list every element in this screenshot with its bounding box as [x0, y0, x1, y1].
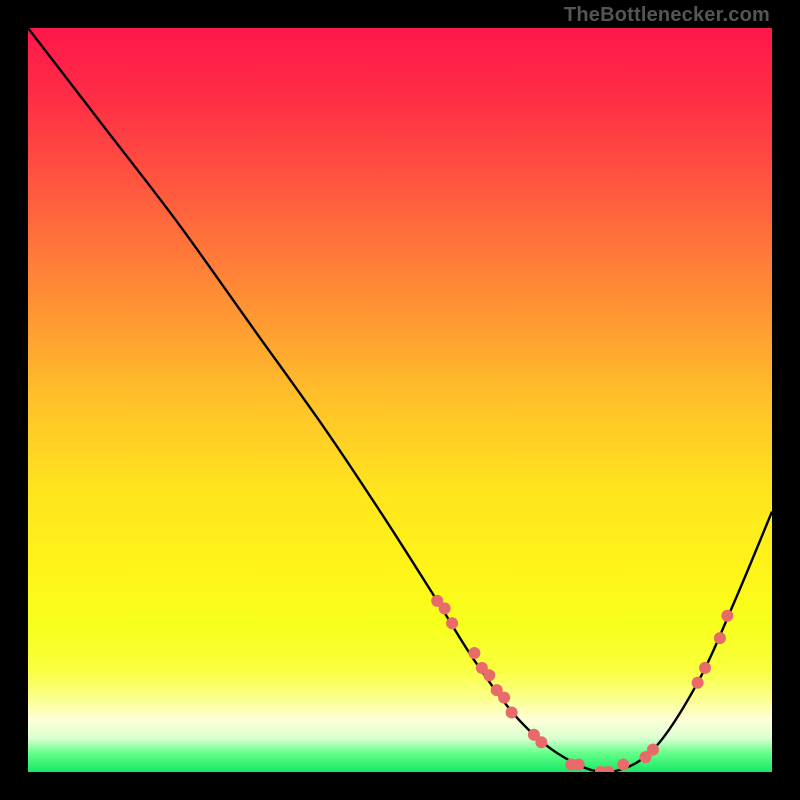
background-gradient	[28, 28, 772, 772]
plot-area	[28, 28, 772, 772]
watermark-text: TheBottlenecker.com	[564, 4, 770, 27]
chart-stage: TheBottlenecker.com	[0, 0, 800, 800]
